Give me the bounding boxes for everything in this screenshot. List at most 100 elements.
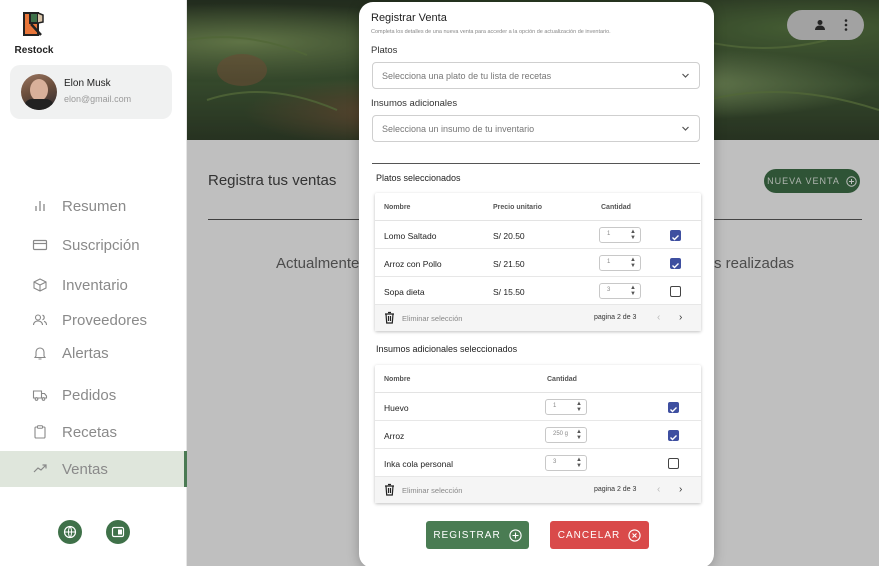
delete-selection-button[interactable]: Eliminar selección (402, 486, 462, 495)
table-header: Nombre Precio unitario Cantidad (375, 193, 701, 221)
chevron-right-icon[interactable]: › (679, 484, 682, 495)
delete-selection-button[interactable]: Eliminar selección (402, 314, 462, 323)
col-header-nombre: Nombre (384, 376, 411, 383)
register-sale-modal: Registrar Venta Completa los detalles de… (359, 2, 714, 566)
table-row: Inka cola personal 3 ▲ ▼ (375, 449, 701, 477)
row-checkbox[interactable] (668, 458, 679, 469)
sidebar-item-label: Pedidos (62, 386, 117, 404)
globe-button[interactable] (58, 520, 82, 544)
sidebar-item-label: Inventario (62, 276, 128, 294)
quantity-stepper[interactable]: 1 ▲ ▼ (599, 227, 641, 243)
platos-label: Platos (371, 45, 398, 56)
app-logo[interactable]: Restock (14, 10, 54, 56)
row-price: S/ 20.50 (493, 231, 525, 241)
table-footer: Eliminar selección pagina 2 de 3 ‹ › (375, 477, 701, 503)
cancel-button[interactable]: CANCELAR (550, 521, 649, 549)
check-icon (670, 435, 677, 441)
stepper-arrows-icon[interactable]: ▲ ▼ (576, 401, 582, 413)
modal-divider (372, 163, 700, 164)
quantity-stepper[interactable]: 3 ▲ ▼ (545, 455, 587, 471)
chevron-right-icon[interactable]: › (679, 312, 682, 323)
chevron-down-icon (682, 126, 689, 131)
sidebar-item-ventas[interactable]: Ventas (0, 451, 187, 487)
table-row: Sopa dieta S/ 15.50 3 ▲ ▼ (375, 277, 701, 305)
stepper-arrows-icon[interactable]: ▲ ▼ (576, 429, 582, 441)
user-email: elon@gmail.com (64, 94, 132, 104)
modal-title: Registrar Venta (371, 12, 447, 24)
row-checkbox[interactable] (670, 286, 681, 297)
quantity-stepper[interactable]: 3 ▲ ▼ (599, 283, 641, 299)
sidebar-item-label: Suscripción (62, 236, 140, 254)
layout-toggle-button[interactable] (106, 520, 130, 544)
register-button[interactable]: REGISTRAR (426, 521, 529, 549)
platos-section-title: Platos seleccionados (376, 173, 461, 183)
avatar (21, 74, 57, 110)
restock-logo-icon (23, 12, 44, 36)
chevron-left-icon[interactable]: ‹ (657, 312, 660, 323)
stepper-arrows-icon[interactable]: ▲ ▼ (630, 285, 636, 297)
sidebar-item-suscripcion[interactable]: Suscripción (0, 227, 187, 263)
stepper-arrows-icon[interactable]: ▲ ▼ (576, 457, 582, 469)
check-icon (672, 263, 679, 269)
platos-select[interactable]: Selecciona una plato de tu lista de rece… (372, 62, 700, 89)
truck-icon (32, 390, 48, 401)
globe-icon (63, 525, 77, 539)
row-price: S/ 15.50 (493, 287, 525, 297)
register-label: REGISTRAR (433, 529, 501, 541)
trash-icon[interactable] (384, 311, 395, 324)
table-row: Arroz con Pollo S/ 21.50 1 ▲ ▼ (375, 249, 701, 277)
row-name: Huevo (384, 403, 409, 413)
plus-circle-icon (509, 528, 522, 542)
sidebar-item-resumen[interactable]: Resumen (0, 188, 187, 224)
insumos-placeholder: Selecciona un insumo de tu inventario (382, 124, 535, 134)
table-row: Huevo 1 ▲ ▼ (375, 393, 701, 421)
row-checkbox[interactable] (670, 258, 681, 269)
platos-table: Nombre Precio unitario Cantidad Lomo Sal… (375, 193, 701, 331)
sidebar-item-pedidos[interactable]: Pedidos (0, 377, 187, 413)
bell-icon (33, 347, 47, 360)
stepper-arrows-icon[interactable]: ▲ ▼ (630, 257, 636, 269)
row-name: Sopa dieta (384, 287, 425, 297)
table-header: Nombre Cantidad (375, 365, 701, 393)
row-name: Arroz con Pollo (384, 259, 442, 269)
table-footer: Eliminar selección pagina 2 de 3 ‹ › (375, 305, 701, 331)
row-checkbox[interactable] (670, 230, 681, 241)
bar-chart-icon (35, 201, 45, 211)
app-name: Restock (14, 45, 54, 56)
sidebar-item-inventario[interactable]: Inventario (0, 267, 187, 303)
box-icon (33, 278, 47, 292)
row-checkbox[interactable] (668, 402, 679, 413)
check-icon (670, 407, 677, 413)
sidebar-layout-icon (111, 526, 125, 538)
trash-icon[interactable] (384, 483, 395, 496)
row-checkbox[interactable] (668, 430, 679, 441)
cancel-label: CANCELAR (557, 529, 621, 541)
col-header-cantidad: Cantidad (601, 204, 631, 211)
modal-subtitle: Completa los detalles de una nueva venta… (371, 29, 611, 35)
credit-card-icon (32, 239, 48, 251)
sidebar-item-recetas[interactable]: Recetas (0, 414, 187, 450)
pagination-text: pagina 2 de 3 (594, 486, 637, 493)
sidebar-item-label: Alertas (62, 344, 109, 362)
quantity-stepper[interactable]: 250 g ▲ ▼ (545, 427, 587, 443)
check-icon (672, 235, 679, 241)
quantity-stepper[interactable]: 1 ▲ ▼ (545, 399, 587, 415)
insumos-table: Nombre Cantidad Huevo 1 ▲ ▼ Arroz 250 g ▲ ▼ … (375, 365, 701, 503)
insumos-select[interactable]: Selecciona un insumo de tu inventario (372, 115, 700, 142)
sidebar-item-label: Proveedores (62, 311, 148, 329)
col-header-precio: Precio unitario (493, 204, 543, 211)
col-header-nombre: Nombre (384, 204, 411, 211)
divider (714, 219, 862, 220)
sidebar-item-proveedores[interactable]: Proveedores (0, 302, 187, 338)
pagination-text: pagina 2 de 3 (594, 314, 637, 321)
sidebar-item-alertas[interactable]: Alertas (0, 335, 187, 371)
col-header-cantidad: Cantidad (547, 376, 577, 383)
row-name: Lomo Saltado (384, 231, 437, 241)
stepper-arrows-icon[interactable]: ▲ ▼ (630, 229, 636, 241)
chevron-left-icon[interactable]: ‹ (657, 484, 660, 495)
insumos-section-title: Insumos adicionales seleccionados (376, 344, 518, 354)
user-card[interactable]: Elon Musk elon@gmail.com (10, 65, 172, 119)
platos-placeholder: Selecciona una plato de tu lista de rece… (382, 71, 552, 81)
sidebar-item-label: Ventas (62, 460, 108, 478)
quantity-stepper[interactable]: 1 ▲ ▼ (599, 255, 641, 271)
